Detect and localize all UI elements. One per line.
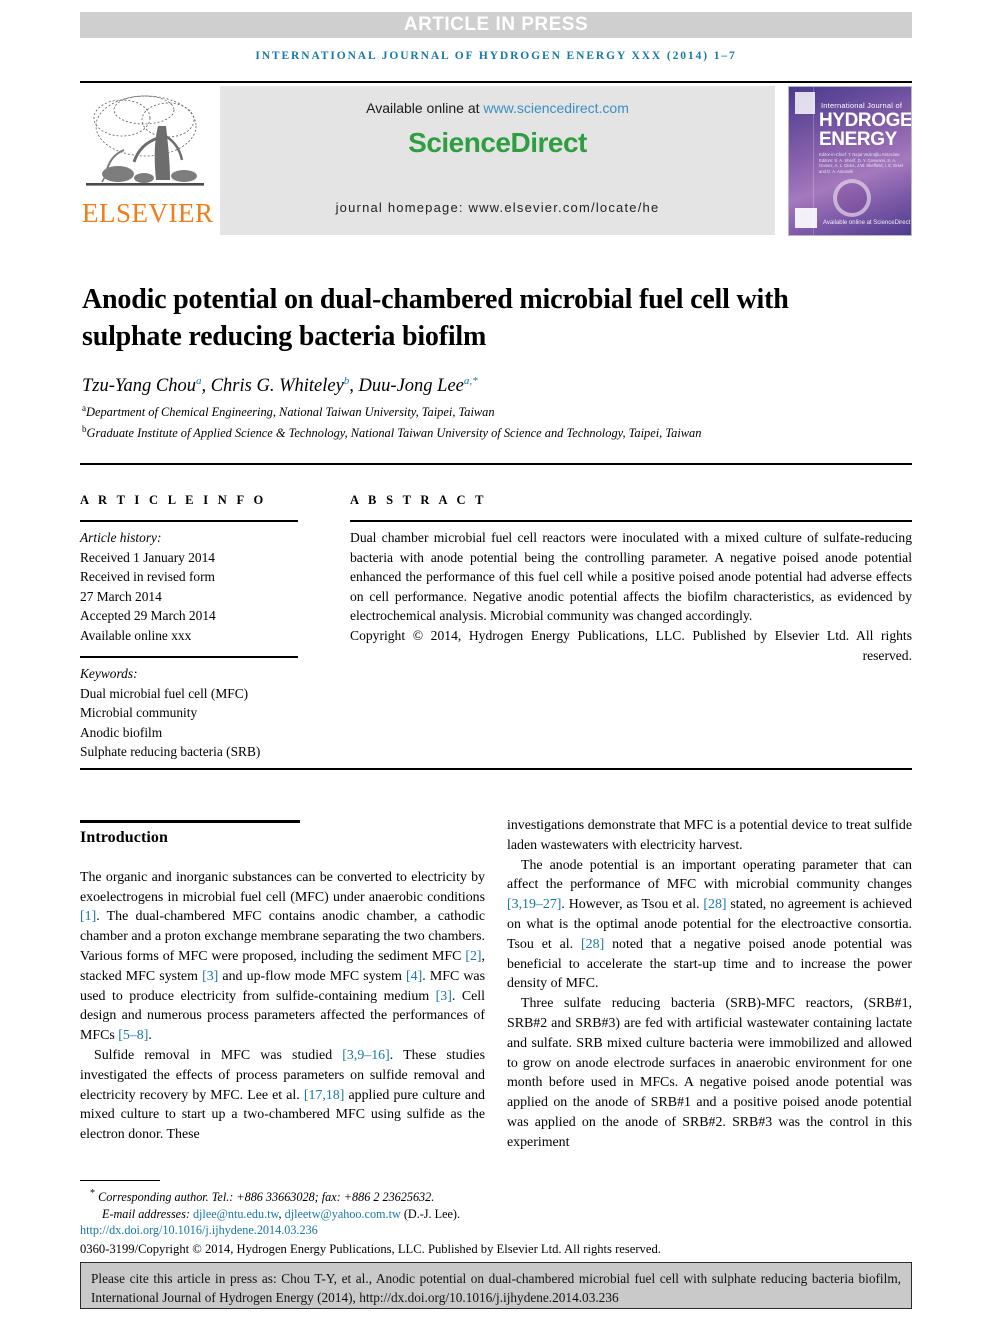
author-name: Chris G. Whiteley: [210, 376, 344, 397]
email-owner-label: (D.-J. Lee).: [403, 1206, 460, 1221]
corresponding-author-marker: *: [90, 1188, 96, 1199]
article-in-press-banner: ARTICLE IN PRESS: [80, 12, 912, 38]
paragraph-text: Sulfide removal in MFC was studied [3,9–…: [80, 1047, 485, 1143]
body-paragraph: Three sulfate reducing bacteria (SRB)-MF…: [507, 994, 912, 1152]
available-online-line: Available online at www.sciencedirect.co…: [220, 100, 775, 116]
affiliation-list: aDepartment of Chemical Engineering, Nat…: [82, 400, 872, 442]
available-online-prefix: Available online at: [366, 100, 484, 116]
article-history-block: Article history: Received 1 January 2014…: [80, 528, 310, 646]
cite-this-article-box: Please cite this article in press as: Ch…: [80, 1262, 912, 1309]
cover-iahe-logo-icon: [795, 208, 817, 228]
affiliation-text: Graduate Institute of Applied Science & …: [86, 426, 702, 441]
article-history-item: Available online xxx: [80, 627, 192, 643]
abstract-underline-rule: [350, 520, 912, 522]
affiliation-item: bGraduate Institute of Applied Science &…: [82, 421, 872, 442]
keyword-item: Anodic biofilm: [80, 724, 163, 740]
sciencedirect-url-link[interactable]: www.sciencedirect.com: [483, 100, 629, 116]
keyword-item: Dual microbial fuel cell (MFC): [80, 685, 249, 701]
doi-line[interactable]: http://dx.doi.org/10.1016/j.ijhydene.201…: [80, 1222, 920, 1239]
article-history-item: Accepted 29 March 2014: [80, 608, 216, 624]
author-list: Tzu-Yang Choua, Chris G. Whiteleyb, Duu-…: [82, 375, 478, 397]
keyword-item: Microbial community: [80, 705, 198, 721]
author-name: Tzu-Yang Chou: [82, 376, 196, 397]
introduction-heading: Introduction: [80, 829, 169, 846]
keywords-rule: [80, 656, 298, 658]
article-history-item: Received 1 January 2014: [80, 549, 215, 565]
elsevier-tree-icon: [84, 88, 206, 200]
author-name: Duu-Jong Lee: [358, 376, 464, 397]
article-title: Anodic potential on dual-chambered micro…: [82, 283, 789, 352]
cover-title-line2: ENERGY: [819, 129, 897, 150]
footnote-block: * Corresponding author. Tel.: +886 33663…: [80, 1186, 920, 1257]
paragraph-text: investigations demonstrate that MFC is a…: [507, 818, 912, 853]
body-column-right: investigations demonstrate that MFC is a…: [507, 816, 912, 1153]
abstract-copyright: Copyright © 2014, Hydrogen Energy Public…: [350, 627, 912, 663]
article-history-label: Article history:: [80, 530, 162, 545]
corresponding-author-text: Corresponding author. Tel.: +886 3366302…: [98, 1190, 435, 1205]
email-link-secondary[interactable]: djleetw@yahoo.com.tw: [285, 1207, 401, 1221]
cover-ring-graphic: [833, 179, 871, 217]
paragraph-text: The organic and inorganic substances can…: [80, 869, 485, 1044]
cover-sciencedirect-note: Available online at ScienceDirect: [823, 220, 911, 226]
body-paragraph: investigations demonstrate that MFC is a…: [507, 816, 912, 856]
article-in-press-label: ARTICLE IN PRESS: [403, 14, 589, 35]
paragraph-text: Three sulfate reducing bacteria (SRB)-MF…: [507, 996, 912, 1150]
journal-homepage-line: journal homepage: www.elsevier.com/locat…: [335, 200, 660, 215]
footnote-separator-rule: [80, 1180, 160, 1181]
article-history-item: Received in revised form: [80, 569, 215, 585]
article-info-heading: A R T I C L E I N F O: [80, 493, 267, 507]
author-affiliation-marker: b: [343, 375, 350, 387]
abstract-block: Dual chamber microbial fuel cell reactor…: [350, 528, 912, 665]
masthead: ELSEVIER Available online at www.science…: [80, 86, 912, 236]
body-paragraph: Sulfide removal in MFC was studied [3,9–…: [80, 1046, 485, 1145]
doi-text[interactable]: http://dx.doi.org/10.1016/j.ijhydene.201…: [80, 1223, 318, 1237]
corresponding-author-note: * Corresponding author. Tel.: +886 33663…: [80, 1186, 920, 1206]
body-paragraph: The anode potential is an important oper…: [507, 856, 912, 995]
elsevier-wordmark: ELSEVIER: [82, 198, 214, 228]
cover-elsevier-mark-icon: [795, 92, 815, 114]
keywords-label: Keywords:: [80, 666, 138, 681]
elsevier-logo: ELSEVIER: [80, 86, 214, 236]
info-section-bottom-rule: [80, 768, 912, 770]
article-page: ARTICLE IN PRESS international journal o…: [0, 0, 992, 1323]
email-addresses-note: E-mail addresses: djlee@ntu.edu.tw, djle…: [102, 1206, 460, 1221]
email-link-primary[interactable]: djlee@ntu.edu.tw: [193, 1207, 279, 1221]
paragraph-text: The anode potential is an important oper…: [507, 857, 912, 992]
abstract-heading: A B S T R A C T: [350, 493, 487, 507]
email-addresses-label: E-mail addresses:: [102, 1206, 190, 1221]
journal-running-head: international journal of hydrogen energy…: [255, 50, 737, 62]
cover-editors: Editor-in-Chief: T. Nejat Veziroğlu Asso…: [819, 152, 903, 174]
affiliation-text: Department of Chemical Engineering, Nati…: [86, 405, 495, 420]
cover-supertitle: International Journal of: [821, 101, 903, 110]
masthead-top-rule: [80, 81, 912, 83]
author-affiliation-marker: a,*: [463, 375, 478, 387]
author-affiliation-marker: a: [195, 375, 202, 387]
introduction-rule: [80, 820, 300, 823]
cover-title-line1: HYDROGEN: [819, 110, 912, 131]
affiliation-item: aDepartment of Chemical Engineering, Nat…: [82, 400, 872, 421]
keyword-item: Sulphate reducing bacteria (SRB): [80, 744, 261, 760]
keywords-block: Keywords: Dual microbial fuel cell (MFC)…: [80, 664, 320, 762]
body-column-left: Introduction The organic and inorganic s…: [80, 828, 485, 1145]
sciencedirect-logo: ScienceDirect: [408, 127, 587, 158]
issn-copyright-line: 0360-3199/Copyright © 2014, Hydrogen Ene…: [80, 1241, 661, 1256]
abstract-text: Dual chamber microbial fuel cell reactor…: [350, 530, 912, 624]
article-info-underline-rule: [80, 520, 298, 522]
journal-cover-thumbnail: International Journal of HYDROGEN ENERGY…: [788, 86, 912, 236]
info-section-top-rule: [80, 463, 912, 465]
body-paragraph: The organic and inorganic substances can…: [80, 868, 485, 1046]
sciencedirect-banner: Available online at www.sciencedirect.co…: [220, 86, 775, 235]
article-history-item: 27 March 2014: [80, 588, 162, 604]
